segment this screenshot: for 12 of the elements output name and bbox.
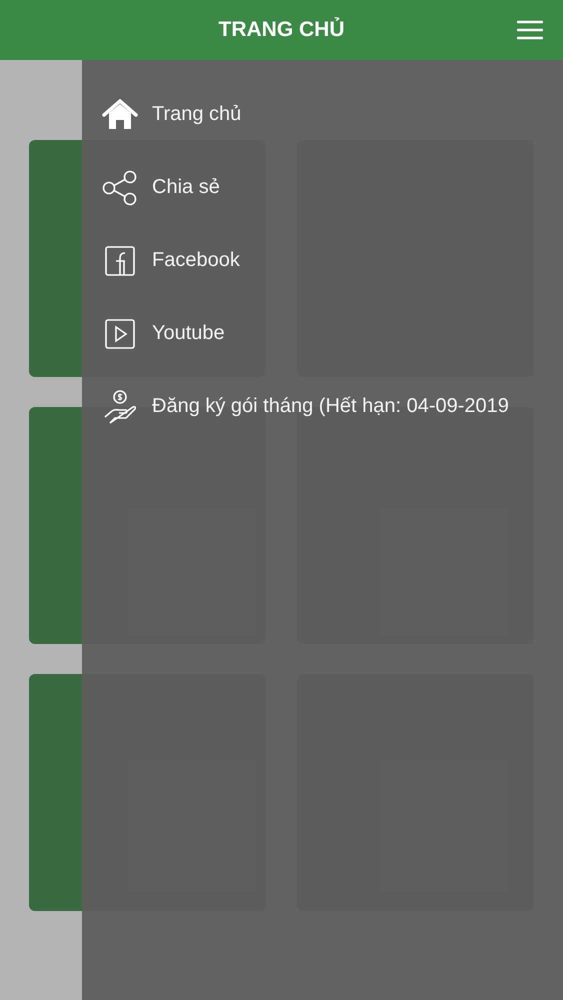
home-icon [102, 98, 138, 130]
play-icon [105, 318, 135, 348]
menu-item[interactable]: Chia sẻ [152, 176, 220, 199]
menu-item[interactable]: Đăng ký gói tháng (Hết hạn: 04-09-2019 [152, 395, 509, 418]
header-title: TRANG CHỦ [218, 18, 344, 42]
menu-item[interactable]: Youtube [152, 322, 225, 345]
menu-icon [517, 20, 543, 40]
facebook-icon [105, 246, 135, 276]
menu-item[interactable]: Trang chủ [152, 103, 242, 126]
money-hand-icon [102, 388, 138, 424]
share-icon [102, 170, 138, 206]
menu-item[interactable]: Facebook [152, 249, 240, 272]
